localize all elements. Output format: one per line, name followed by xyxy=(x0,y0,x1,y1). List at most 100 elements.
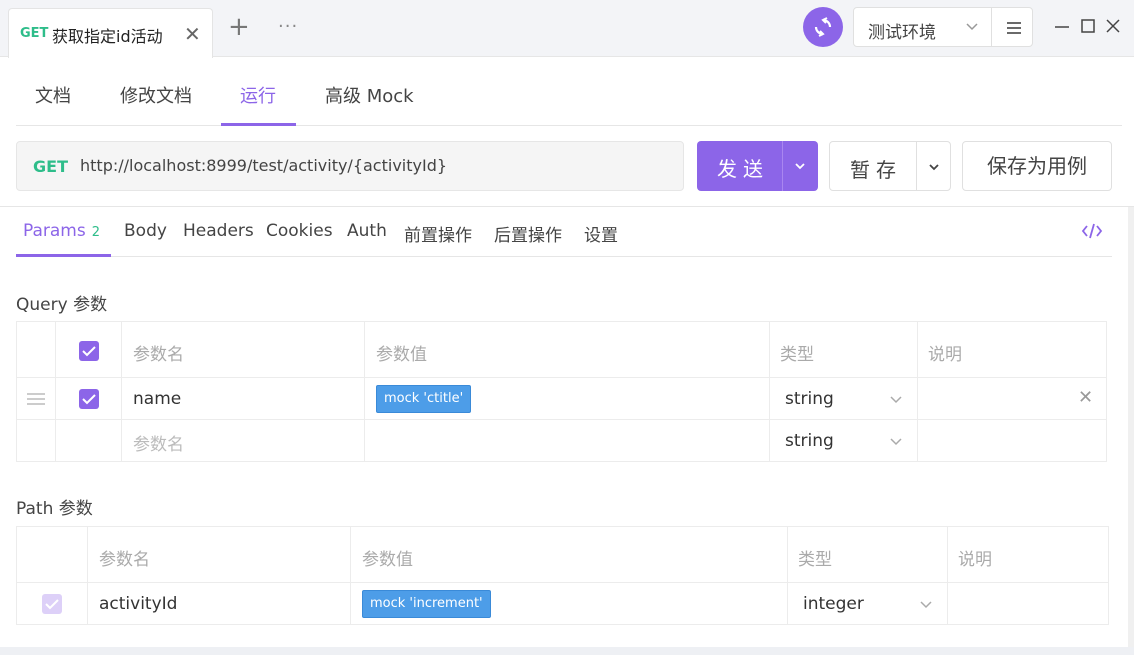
tab-pre-operations[interactable]: 前置操作 xyxy=(404,221,472,246)
header-desc-cell: 说明 xyxy=(948,527,1109,583)
sync-icon xyxy=(814,17,832,37)
environment-label: 测试环境 xyxy=(868,23,936,43)
check-icon xyxy=(82,346,96,357)
column-header-value: 参数值 xyxy=(362,550,413,570)
param-type: string xyxy=(785,389,834,409)
new-row-check-cell xyxy=(56,420,122,462)
param-type-select[interactable]: string xyxy=(770,378,918,420)
table-row-check-cell xyxy=(56,378,122,420)
chevron-down-icon xyxy=(890,438,902,446)
tab-auth[interactable]: Auth xyxy=(347,221,387,241)
stash-divider xyxy=(916,142,917,190)
column-header-desc: 说明 xyxy=(958,550,992,570)
header-value-cell: 参数值 xyxy=(365,322,770,378)
bottom-bar xyxy=(0,647,1134,655)
url-input[interactable]: GET http://localhost:8999/test/activity/… xyxy=(16,141,684,191)
check-icon xyxy=(45,599,59,610)
new-param-type: string xyxy=(785,431,834,451)
query-params-title: Query 参数 xyxy=(16,295,108,315)
code-icon[interactable] xyxy=(1081,221,1103,241)
header-type-cell: 类型 xyxy=(770,322,918,378)
table-row-check-cell xyxy=(17,583,88,625)
row-enable-checkbox[interactable] xyxy=(79,389,99,409)
new-param-value-input[interactable] xyxy=(365,420,770,462)
new-param-type-select[interactable]: string xyxy=(770,420,918,462)
column-header-name: 参数名 xyxy=(99,550,150,570)
column-header-desc: 说明 xyxy=(928,345,962,365)
chevron-down-icon xyxy=(920,601,932,609)
header-value-cell: 参数值 xyxy=(351,527,788,583)
active-tab-indicator xyxy=(221,123,296,126)
header-name-cell: 参数名 xyxy=(88,527,351,583)
tab-post-operations[interactable]: 后置操作 xyxy=(494,221,562,246)
save-as-case-button[interactable]: 保存为用例 xyxy=(962,141,1112,191)
param-type-select[interactable]: integer xyxy=(788,583,948,625)
send-button[interactable]: 发送 xyxy=(697,141,818,191)
header-check-cell xyxy=(17,527,88,583)
param-name: activityId xyxy=(99,594,178,614)
new-tab-plus-icon[interactable]: + xyxy=(228,14,250,40)
tab-settings[interactable]: 设置 xyxy=(584,221,618,246)
top-tab-bar: GET 获取指定id活动 ✕ + ··· 测试环境 xyxy=(0,0,1134,58)
query-params-table: 参数名 参数值 类型 说明 name mock 'ctitle' string … xyxy=(16,321,1107,462)
header-desc-cell: 说明 xyxy=(918,322,1107,378)
request-tab-method: GET xyxy=(20,26,49,41)
header-name-cell: 参数名 xyxy=(122,322,365,378)
param-desc-cell[interactable]: ✕ xyxy=(918,378,1107,420)
table-row-drag-cell xyxy=(17,378,56,420)
tab-params[interactable]: Params 2 xyxy=(23,221,100,241)
param-name[interactable]: name xyxy=(133,389,181,409)
select-all-checkbox[interactable] xyxy=(79,341,99,361)
stash-label: 暂存 xyxy=(850,158,902,182)
tab-advanced-mock[interactable]: 高级 Mock xyxy=(325,82,414,108)
tab-headers[interactable]: Headers xyxy=(183,221,254,241)
tab-edit-doc[interactable]: 修改文档 xyxy=(120,82,192,108)
menu-icon[interactable] xyxy=(1005,20,1023,36)
tab-params-label: Params xyxy=(23,221,86,241)
stash-button[interactable]: 暂存 xyxy=(829,141,951,191)
document-subtabs: 文档 修改文档 运行 高级 Mock xyxy=(16,62,1122,126)
chevron-down-icon xyxy=(890,396,902,404)
url-text[interactable]: http://localhost:8999/test/activity/{act… xyxy=(80,156,447,175)
tab-doc[interactable]: 文档 xyxy=(35,82,71,108)
environment-select[interactable]: 测试环境 xyxy=(853,7,1033,47)
new-param-desc-input[interactable] xyxy=(918,420,1107,462)
mock-tag[interactable]: mock 'increment' xyxy=(362,590,491,618)
minimize-icon[interactable] xyxy=(1053,17,1071,35)
maximize-icon[interactable] xyxy=(1079,17,1097,35)
path-params-title: Path 参数 xyxy=(16,499,93,519)
drag-handle-icon[interactable] xyxy=(26,392,46,406)
param-desc-cell[interactable] xyxy=(948,583,1109,625)
path-params-table: 参数名 参数值 类型 说明 activityId mock 'increment… xyxy=(16,526,1109,625)
tab-body[interactable]: Body xyxy=(124,221,167,241)
sync-button[interactable] xyxy=(803,7,843,47)
mock-tag[interactable]: mock 'ctitle' xyxy=(376,385,472,413)
column-header-type: 类型 xyxy=(780,345,814,365)
param-value-cell[interactable]: mock 'ctitle' xyxy=(365,378,770,420)
param-name-cell[interactable]: name xyxy=(122,378,365,420)
http-method[interactable]: GET xyxy=(33,157,68,176)
param-name-cell: activityId xyxy=(88,583,351,625)
header-type-cell: 类型 xyxy=(788,527,948,583)
tab-run[interactable]: 运行 xyxy=(240,82,276,108)
delete-row-icon[interactable]: ✕ xyxy=(1078,387,1093,408)
param-value-cell[interactable]: mock 'increment' xyxy=(351,583,788,625)
scrollbar[interactable] xyxy=(1128,207,1134,647)
send-dropdown-chevron-icon[interactable] xyxy=(793,159,807,173)
send-label: 发送 xyxy=(717,157,769,181)
tab-cookies[interactable]: Cookies xyxy=(266,221,333,241)
close-tab-icon[interactable]: ✕ xyxy=(184,22,201,46)
request-option-tabs: Params 2 Body Headers Cookies Auth 前置操作 后… xyxy=(16,207,1112,257)
more-tabs-icon[interactable]: ··· xyxy=(278,16,298,37)
new-param-name-input[interactable]: 参数名 xyxy=(122,420,365,462)
request-tab-title: 获取指定id活动 xyxy=(52,27,163,46)
chevron-down-icon xyxy=(966,23,978,31)
header-check-cell xyxy=(56,322,122,378)
params-count-badge: 2 xyxy=(91,225,101,240)
close-window-icon[interactable] xyxy=(1104,17,1122,35)
column-header-type: 类型 xyxy=(798,550,832,570)
request-tab[interactable]: GET 获取指定id活动 ✕ xyxy=(8,8,213,58)
check-icon xyxy=(82,394,96,405)
send-divider xyxy=(782,141,783,191)
stash-dropdown-chevron-icon[interactable] xyxy=(927,160,941,174)
